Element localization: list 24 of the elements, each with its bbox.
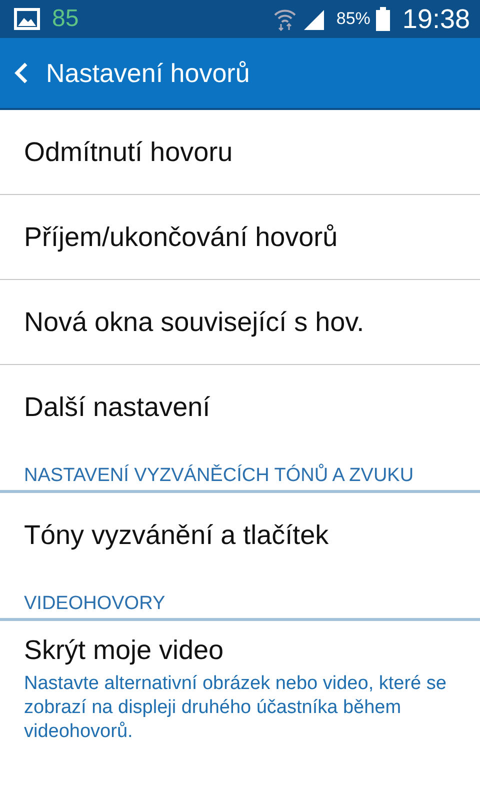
item-title: Další nastavení [24, 392, 212, 423]
settings-item[interactable]: Nová okna související s hov. [0, 280, 480, 365]
signal-icon [302, 8, 326, 30]
image-icon [14, 8, 40, 30]
item-title: Příjem/ukončování hovorů [24, 222, 339, 252]
item-summary: Nastavte alternativní obrázek nebo video, které se zobrazí na displeji druhého účastníka během videohovorů. [24, 672, 448, 744]
item-title: Tóny vyzvánění a tlačítek [24, 520, 330, 551]
battery-icon [376, 7, 390, 31]
settings-item[interactable]: Další nastavení [0, 365, 480, 450]
wifi-icon [274, 7, 296, 31]
settings-item[interactable]: Tóny vyzvánění a tlačítek [0, 493, 480, 578]
screen-title: Nastavení hovorů [46, 58, 250, 88]
section-header: NASTAVENÍ VYZVÁNĚCÍCH TÓNŮ A ZVUKU [0, 450, 480, 493]
item-title: Nová okna související s hov. [24, 306, 366, 338]
clock: 19:38 [402, 4, 470, 34]
section-header: VIDEOHOVORY [0, 578, 480, 621]
back-icon[interactable] [14, 62, 28, 84]
settings-item[interactable]: Odmítnutí hovoru [0, 110, 480, 195]
settings-item[interactable]: Skrýt moje video Nastavte alternativní obrázek nebo video, které se zobrazí na displeji druhého účastníka během videohovorů. [0, 621, 480, 744]
settings-item[interactable]: Příjem/ukončování hovorů [0, 195, 480, 280]
notification-count: 85 [52, 5, 79, 33]
item-title: Odmítnutí hovoru [24, 136, 234, 168]
battery-percent: 85% [336, 9, 370, 29]
item-title: Skrýt moje video [24, 635, 225, 666]
